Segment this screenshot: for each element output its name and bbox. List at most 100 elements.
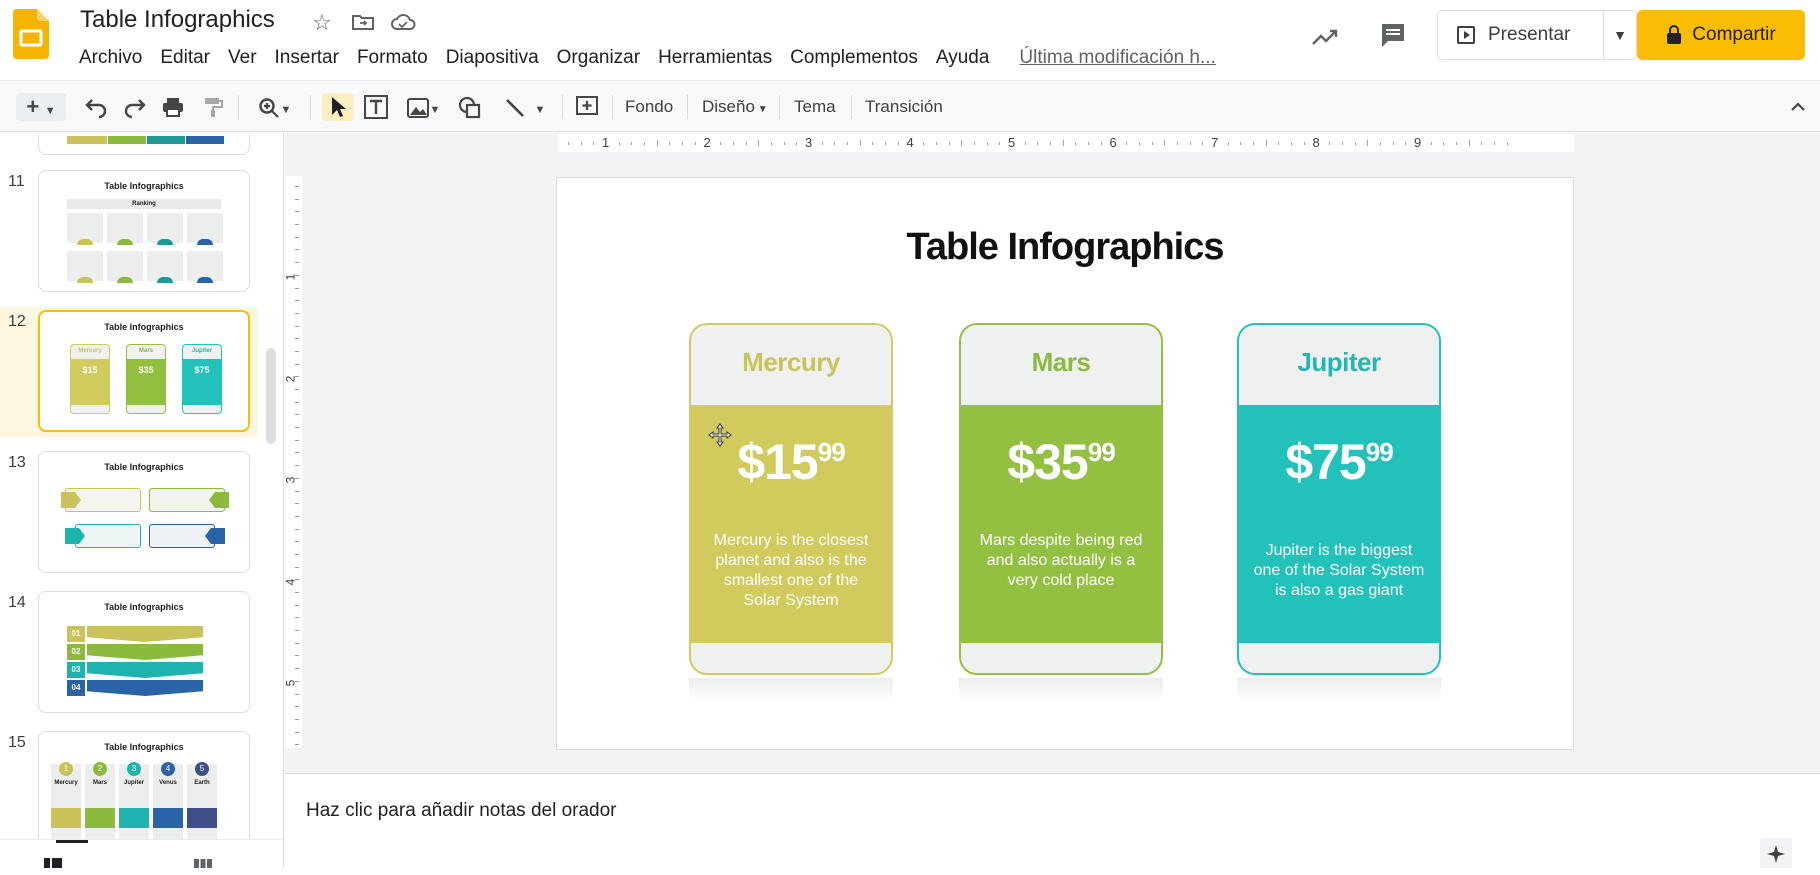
menu-insertar[interactable]: Insertar [266, 44, 348, 72]
present-button[interactable]: Presentar ▼ [1437, 10, 1637, 60]
last-edit-link[interactable]: Última modificación h... [1010, 44, 1220, 72]
ruler-label: 4 [906, 135, 914, 150]
card-body: $7599 Jupiter is the biggest one of the … [1239, 405, 1439, 643]
ruler-label: 1 [283, 273, 298, 281]
thumbnail-step-number: 04 [67, 680, 85, 696]
slide-thumbnail-14[interactable]: Table Infographics 01 02 03 04 [38, 591, 250, 713]
ruler-tick [295, 414, 299, 416]
ruler-tick [295, 312, 299, 314]
ruler-tick [295, 249, 299, 251]
pricing-card-mercury[interactable]: Mercury $1599 Mercury is the closest pla… [689, 323, 893, 675]
thumbnail-title: Table Infographics [104, 322, 184, 332]
ruler-tick [295, 592, 299, 593]
menu-organizar[interactable]: Organizar [548, 44, 649, 72]
ruler-tick [618, 142, 620, 145]
slides-logo-icon[interactable] [13, 9, 49, 59]
move-to-folder-icon[interactable] [350, 10, 376, 36]
card-shadow [689, 678, 893, 704]
ruler-tick [1126, 142, 1128, 145]
ruler-tick [295, 706, 299, 708]
ruler-tick [973, 142, 975, 145]
menu-ayuda[interactable]: Ayuda [927, 44, 999, 72]
ruler-label: 8 [1312, 135, 1320, 150]
ruler-tick [295, 363, 299, 365]
share-label: Compartir [1692, 24, 1776, 45]
filmstrip-view-icon[interactable] [42, 854, 64, 868]
menu-herramientas[interactable]: Herramientas [649, 44, 781, 72]
card-price-cents: 99 [817, 437, 846, 467]
vertical-ruler[interactable]: 1 2 3 4 5 [283, 176, 302, 748]
text-box-icon[interactable] [362, 93, 390, 121]
layout-button[interactable]: Diseño ▼ [702, 93, 768, 121]
redo-icon[interactable] [121, 93, 149, 121]
speaker-notes-placeholder[interactable]: Haz clic para añadir notas del orador [306, 800, 617, 822]
thumbnail-step-number: 01 [67, 626, 85, 642]
ruler-tick [295, 287, 299, 289]
insert-image-button[interactable]: ▼ [400, 93, 446, 121]
card-price: $3599 [961, 433, 1161, 491]
ruler-tick [295, 553, 299, 555]
slide-thumbnail-11[interactable]: Table Infographics Ranking [38, 170, 250, 292]
horizontal-ruler[interactable]: 1 2 3 4 5 6 7 8 9 [558, 134, 1574, 152]
ruler-tick [872, 142, 874, 145]
zoom-button[interactable]: ▼ [250, 93, 298, 121]
paint-format-icon[interactable] [199, 93, 227, 121]
print-icon[interactable] [159, 93, 187, 121]
ruler-tick [1100, 142, 1102, 145]
ruler-tick [295, 338, 299, 340]
grid-view-icon[interactable] [192, 854, 214, 868]
collapse-menus-chevron-icon[interactable] [1784, 93, 1812, 121]
thumbnail-card-price: $35 [127, 359, 165, 405]
slide-thumbnail-10[interactable] [38, 133, 250, 155]
menu-editar[interactable]: Editar [151, 44, 219, 72]
ruler-tick [1405, 142, 1407, 145]
new-slide-button[interactable]: + ▼ [16, 93, 66, 121]
share-button[interactable]: Compartir [1637, 10, 1805, 60]
explore-sparkle-icon[interactable] [1760, 838, 1792, 868]
menu-archivo[interactable]: Archivo [70, 44, 151, 72]
lock-icon [1667, 25, 1682, 44]
ruler-tick [567, 142, 569, 145]
menu-formato[interactable]: Formato [348, 44, 437, 72]
undo-icon[interactable] [82, 93, 110, 121]
cloud-saved-icon[interactable] [390, 10, 416, 36]
slide-title[interactable]: Table Infographics [557, 226, 1573, 269]
card-shadow [1237, 678, 1441, 704]
transition-button[interactable]: Transición [865, 93, 943, 121]
shape-icon[interactable] [456, 93, 484, 121]
speaker-notes-panel[interactable]: Haz clic para añadir notas del orador [285, 773, 1820, 868]
slide-thumbnail-15[interactable]: Table Infographics 1 2 3 4 5 Mercury Mar… [38, 731, 250, 853]
filmstrip-scrollbar[interactable] [266, 348, 276, 444]
ruler-tick [1456, 142, 1458, 145]
theme-button[interactable]: Tema [794, 93, 836, 121]
ruler-tick [295, 300, 299, 302]
select-tool-icon[interactable] [322, 93, 354, 121]
comments-icon[interactable] [1378, 20, 1408, 50]
slide-number: 14 [8, 594, 26, 611]
menu-ver[interactable]: Ver [219, 44, 266, 72]
ruler-tick [986, 142, 988, 145]
ruler-tick [1075, 142, 1077, 145]
menu-complementos[interactable]: Complementos [781, 44, 927, 72]
thumbnail-step-name: Earth [194, 780, 210, 786]
menu-diapositiva[interactable]: Diapositiva [437, 44, 548, 72]
star-icon[interactable]: ☆ [309, 10, 335, 36]
card-price-main: $15 [737, 434, 818, 490]
slide-thumbnail-13[interactable]: Table Infographics [38, 451, 250, 573]
present-options-chevron-icon[interactable]: ▼ [1604, 27, 1636, 43]
card-price-cents: 99 [1365, 437, 1394, 467]
add-comment-icon[interactable] [573, 93, 601, 121]
ruler-tick [656, 140, 658, 146]
slide-canvas[interactable]: Table Infographics Mercury $1599 Mercury… [556, 177, 1574, 750]
document-title[interactable]: Table Infographics [80, 6, 275, 34]
card-price-main: $35 [1007, 434, 1088, 490]
background-button[interactable]: Fondo [625, 93, 673, 121]
slide-thumbnail-12[interactable]: Table Infographics Mercury $15 Mars $35 … [38, 310, 250, 432]
ruler-tick [1468, 140, 1470, 146]
line-tool-button[interactable]: ▼ [498, 93, 550, 121]
pricing-card-mars[interactable]: Mars $3599 Mars despite being red and al… [959, 323, 1163, 675]
activity-trend-icon[interactable] [1310, 22, 1340, 52]
ruler-label: 6 [1109, 135, 1117, 150]
pricing-card-jupiter[interactable]: Jupiter $7599 Jupiter is the biggest one… [1237, 323, 1441, 675]
ruler-tick [1037, 142, 1039, 145]
